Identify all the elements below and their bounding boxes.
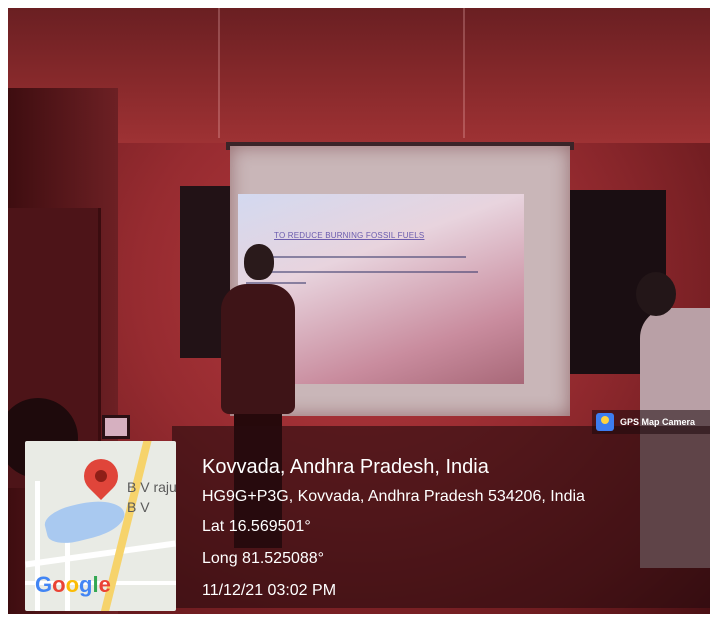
location-pin-dot — [95, 470, 107, 482]
gps-latitude: Lat 16.569501° — [202, 518, 311, 535]
google-logo: Google — [35, 572, 111, 597]
gps-address: HG9G+P3G, Kovvada, Andhra Pradesh 534206… — [202, 488, 585, 505]
ceiling-seam — [463, 8, 465, 138]
gps-badge: GPS Map Camera — [592, 410, 710, 434]
gps-timestamp: 11/12/21 03:02 PM — [202, 582, 337, 599]
map-water — [41, 493, 129, 549]
gps-longitude: Long 81.525088° — [202, 550, 325, 567]
ceiling-seam — [218, 8, 220, 138]
slide-text-line — [246, 271, 478, 273]
map-thumbnail: B V raju B V Google — [25, 441, 176, 611]
slide-text-line — [246, 256, 466, 258]
laptop-screen — [102, 415, 130, 439]
map-place-label: B V — [127, 499, 150, 515]
gps-badge-label: GPS Map Camera — [620, 417, 696, 427]
presenter-body — [221, 284, 295, 414]
slide-heading: TO REDUCE BURNING FOSSIL FUELS — [274, 231, 425, 240]
gps-overlay-band — [172, 426, 710, 608]
presenter-head — [244, 244, 274, 280]
gps-location-title: Kovvada, Andhra Pradesh, India — [202, 456, 489, 478]
person-right-head — [636, 272, 676, 316]
gps-map-camera-icon — [596, 413, 614, 431]
map-place-label: B V raju — [127, 479, 176, 495]
map-road — [25, 540, 176, 568]
